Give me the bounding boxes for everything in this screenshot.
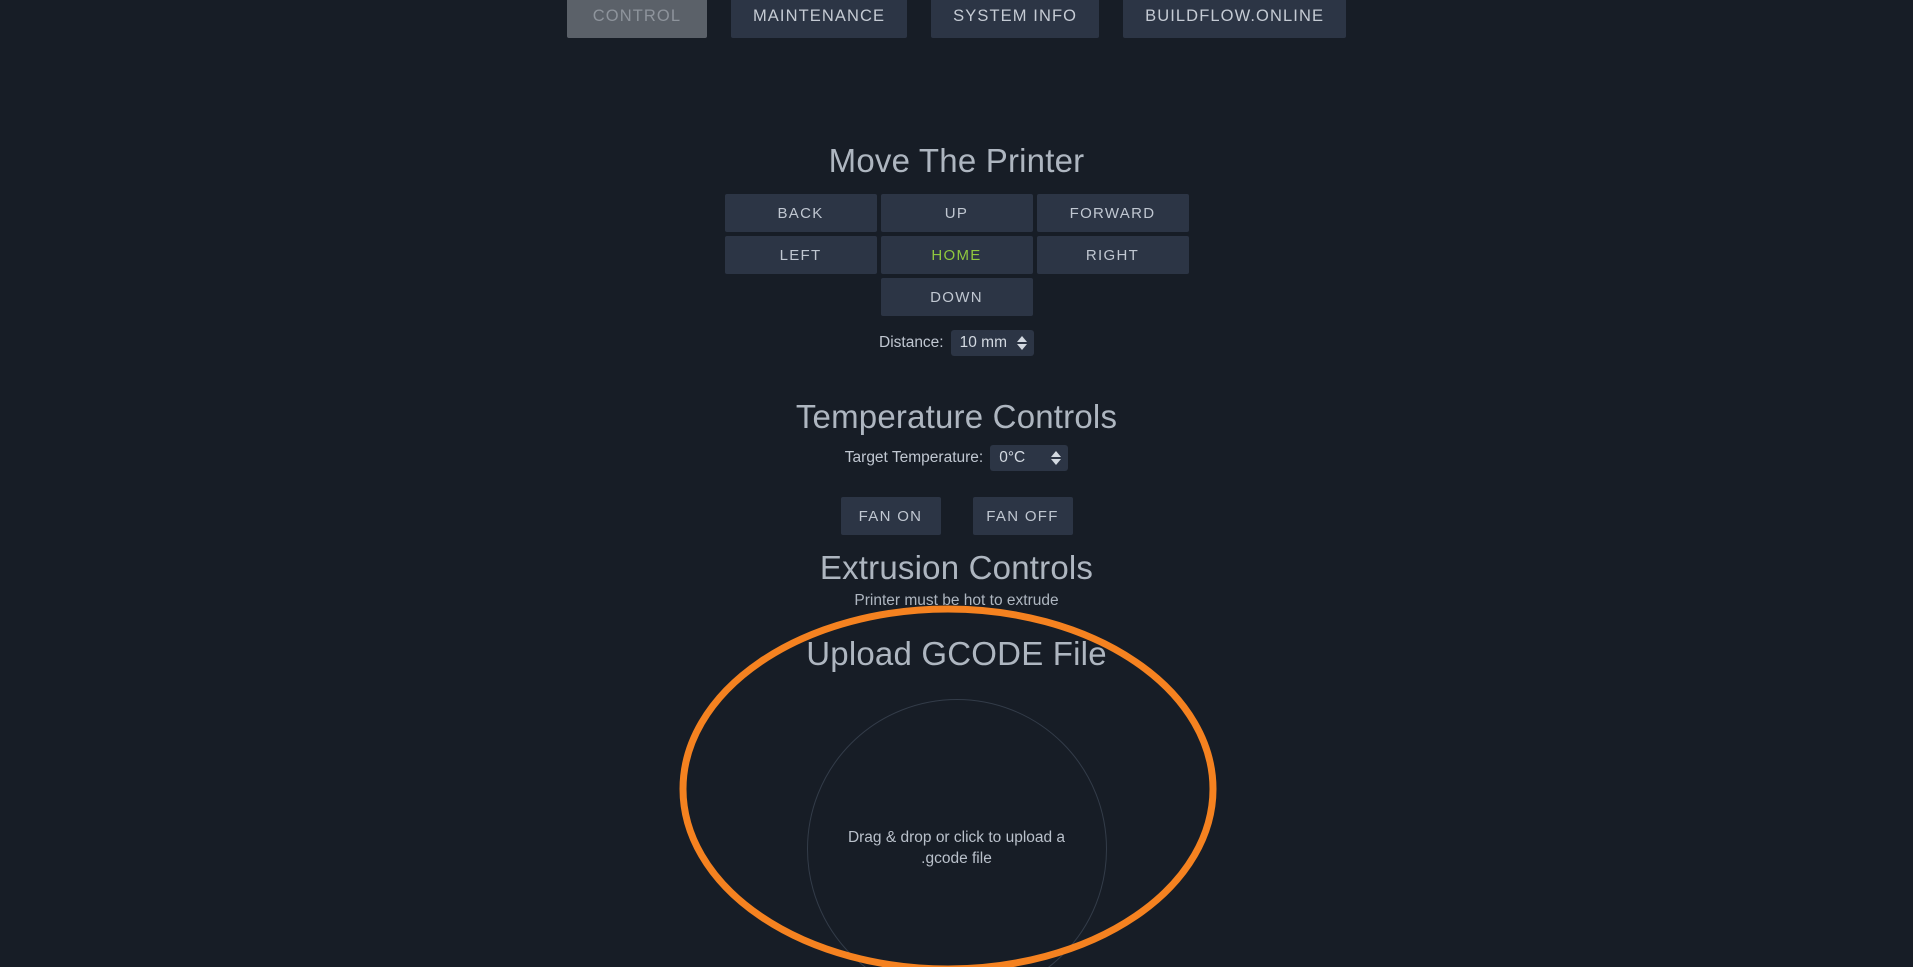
extrusion-controls-title: Extrusion Controls xyxy=(819,549,1094,586)
fan-on-button[interactable]: FAN ON xyxy=(840,497,941,536)
control-page: CONTROL MAINTENANCE SYSTEM INFO BUILDFLO… xyxy=(0,0,1913,967)
spinner-arrows-icon xyxy=(1051,451,1062,466)
movement-row-top: BACK UP FORWARD xyxy=(724,194,1189,232)
fan-off-label: FAN OFF xyxy=(986,507,1059,525)
distance-select-value: 10 mm xyxy=(959,334,1007,351)
tab-system-info-label: SYSTEM INFO xyxy=(953,6,1078,25)
move-right-button[interactable]: RIGHT xyxy=(1036,236,1189,274)
move-forward-button[interactable]: FORWARD xyxy=(1036,194,1189,232)
fan-controls: FAN ON FAN OFF xyxy=(0,497,1913,536)
spinner-arrows-icon xyxy=(1017,336,1027,351)
tab-buildflow-online-label: BUILDFLOW.ONLINE xyxy=(1145,6,1325,25)
upload-gcode-title: Upload GCODE File xyxy=(806,635,1107,672)
fan-off-button[interactable]: FAN OFF xyxy=(972,497,1073,536)
movement-row-middle: LEFT HOME RIGHT xyxy=(724,236,1189,274)
target-temperature-label: Target Temperature: xyxy=(844,449,984,467)
tab-control[interactable]: CONTROL xyxy=(566,0,707,38)
temperature-controls-title: Temperature Controls xyxy=(795,398,1118,435)
triangle-down-icon xyxy=(1051,459,1062,466)
move-up-button[interactable]: UP xyxy=(880,194,1033,232)
gcode-dropzone-label: Drag & drop or click to upload a .gcode … xyxy=(847,829,1066,867)
target-temperature-value: 0°C xyxy=(999,449,1026,466)
movement-row-bottom: DOWN xyxy=(880,278,1033,316)
distance-control: Distance: 10 mm xyxy=(0,330,1913,357)
distance-select[interactable]: 10 mm xyxy=(950,330,1034,357)
move-down-label: DOWN xyxy=(930,288,983,306)
extrusion-controls-section: Extrusion Controls Printer must be hot t… xyxy=(0,549,1913,610)
tab-maintenance[interactable]: MAINTENANCE xyxy=(730,0,908,38)
move-forward-label: FORWARD xyxy=(1069,204,1156,222)
upload-gcode-section: Upload GCODE File Drag & drop or click t… xyxy=(0,635,1913,967)
move-home-label: HOME xyxy=(931,246,982,264)
target-temperature-select[interactable]: 0°C xyxy=(990,445,1069,472)
move-home-button[interactable]: HOME xyxy=(880,236,1033,274)
main-navigation-tabs: CONTROL MAINTENANCE SYSTEM INFO BUILDFLO… xyxy=(0,0,1913,38)
gcode-dropzone[interactable]: Drag & drop or click to upload a .gcode … xyxy=(806,699,1107,967)
triangle-up-icon xyxy=(1051,451,1062,458)
fan-on-label: FAN ON xyxy=(858,507,923,525)
move-back-button[interactable]: BACK xyxy=(724,194,877,232)
tab-maintenance-label: MAINTENANCE xyxy=(752,6,886,25)
triangle-up-icon xyxy=(1017,336,1027,343)
tab-control-label: CONTROL xyxy=(592,6,682,25)
move-back-label: BACK xyxy=(777,204,824,222)
movement-dpad: BACK UP FORWARD LEFT HOME RIGHT DOWN xyxy=(724,194,1189,316)
move-left-button[interactable]: LEFT xyxy=(724,236,877,274)
move-left-label: LEFT xyxy=(779,246,822,264)
move-down-button[interactable]: DOWN xyxy=(880,278,1033,316)
move-printer-section: Move The Printer BACK UP FORWARD LEFT HO… xyxy=(0,142,1913,357)
tab-system-info[interactable]: SYSTEM INFO xyxy=(931,0,1100,38)
tab-buildflow-online[interactable]: BUILDFLOW.ONLINE xyxy=(1123,0,1347,38)
distance-label: Distance: xyxy=(879,334,944,352)
triangle-down-icon xyxy=(1017,344,1027,351)
move-up-label: UP xyxy=(944,204,969,222)
target-temperature-control: Target Temperature: 0°C xyxy=(0,445,1913,472)
move-printer-title: Move The Printer xyxy=(828,142,1085,179)
extrusion-controls-subtitle: Printer must be hot to extrude xyxy=(854,592,1059,609)
move-right-label: RIGHT xyxy=(1085,246,1140,264)
temperature-controls-section: Temperature Controls Target Temperature:… xyxy=(0,398,1913,536)
